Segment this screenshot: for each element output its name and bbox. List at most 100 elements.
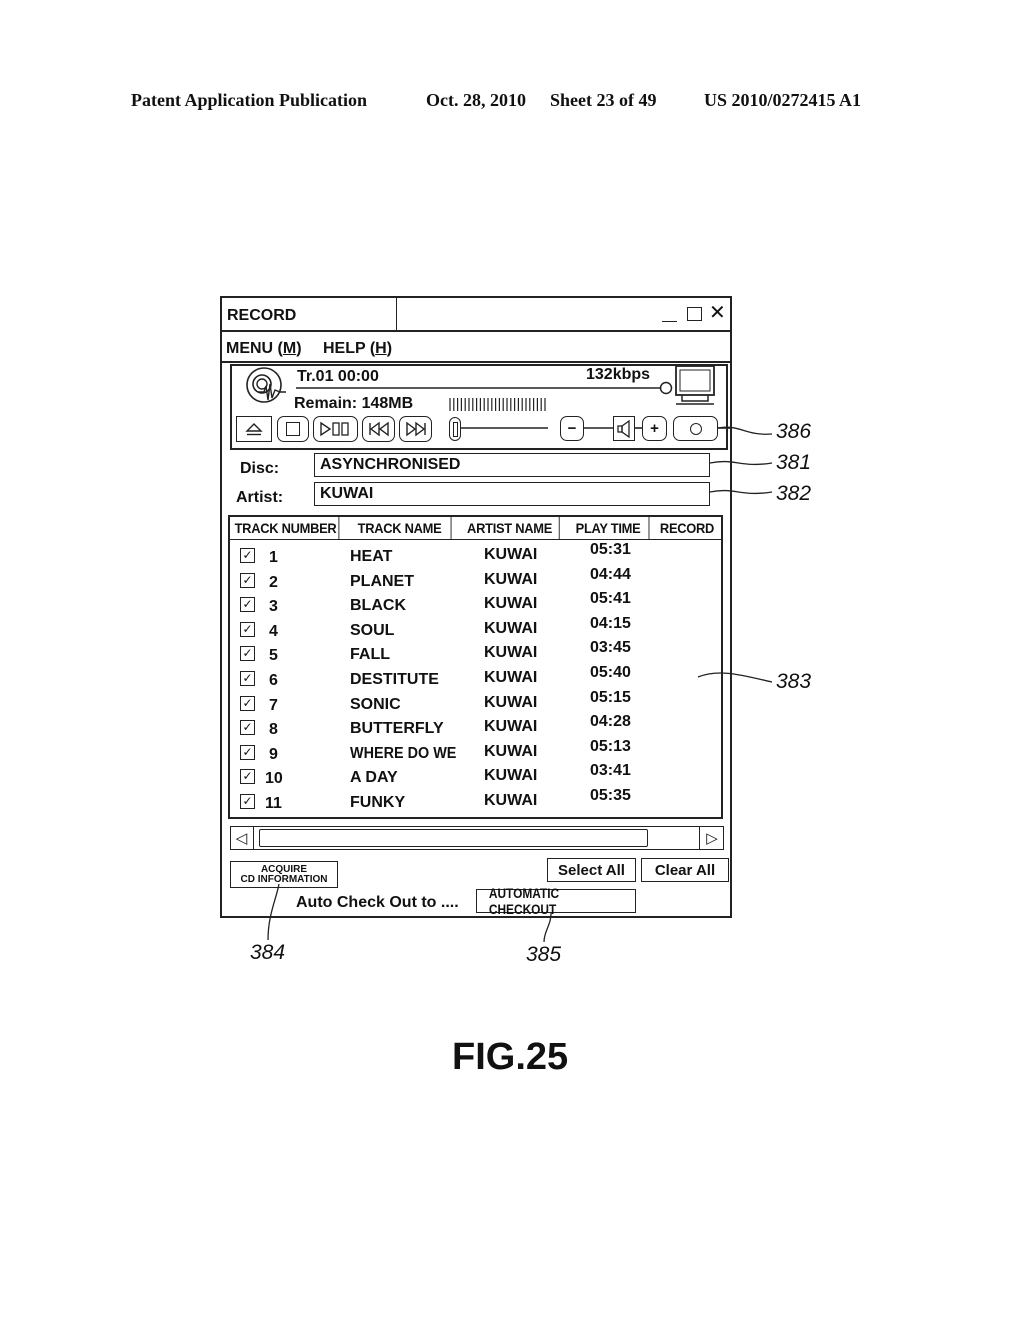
track-number: 5 — [269, 647, 278, 665]
volume-down-button[interactable]: − — [560, 416, 584, 441]
track-play-time: 05:15 — [590, 688, 631, 706]
acquire-cd-information-button[interactable]: ACQUIRE CD INFORMATION — [230, 861, 338, 888]
track-number: 1 — [269, 549, 278, 566]
track-checkbox[interactable]: ✓ — [240, 744, 255, 760]
track-play-time: 03:45 — [590, 639, 631, 657]
track-row[interactable]: ✓ 8 BUTTERFLY KUWAI 04:28 — [230, 713, 720, 741]
previous-icon — [368, 421, 389, 437]
callout-381: 381 — [776, 451, 812, 474]
track-number: 7 — [269, 696, 278, 714]
artist-field[interactable]: KUWAI — [314, 482, 710, 506]
column-play-time[interactable]: PLAY TIME — [568, 515, 650, 540]
track-name: SOUL — [350, 621, 395, 639]
track-checkbox[interactable]: ✓ — [240, 720, 255, 736]
auto-checkout-label: Auto Check Out to .... — [296, 894, 459, 911]
track-play-time: 05:41 — [590, 590, 631, 608]
track-row[interactable]: ✓ 10 A DAY KUWAI 03:41 — [230, 762, 720, 790]
eject-button[interactable] — [236, 416, 272, 442]
callout-leader-382 — [709, 489, 773, 495]
track-checkbox[interactable]: ✓ — [240, 695, 255, 711]
track-artist: KUWAI — [484, 669, 538, 686]
record-button[interactable] — [673, 416, 718, 441]
track-name: PLANET — [350, 572, 414, 590]
remaining-space: Remain: 148MB — [294, 395, 414, 412]
track-artist: KUWAI — [484, 718, 538, 736]
callout-386: 386 — [776, 420, 812, 443]
column-track-name[interactable]: TRACK NAME — [348, 515, 452, 540]
track-checkbox[interactable]: ✓ — [240, 794, 255, 809]
track-artist: KUWAI — [484, 693, 538, 711]
track-row[interactable]: ✓ 11 FUNKY KUWAI 05:35 — [230, 787, 720, 815]
callout-383: 383 — [776, 670, 812, 693]
track-name: HEAT — [350, 548, 393, 565]
track-name: BUTTERFLY — [350, 720, 444, 738]
track-row[interactable]: ✓ 7 SONIC KUWAI 05:15 — [230, 689, 720, 717]
scroll-left-button[interactable]: ◁ — [230, 826, 254, 850]
column-record[interactable]: RECORD — [656, 515, 719, 540]
track-checkbox[interactable]: ✓ — [240, 671, 255, 686]
track-row[interactable]: ✓ 2 PLANET KUWAI 04:44 — [230, 566, 720, 594]
next-icon — [405, 421, 426, 437]
track-name: BLACK — [350, 597, 406, 615]
track-checkbox[interactable]: ✓ — [240, 621, 255, 637]
track-checkbox[interactable]: ✓ — [240, 572, 255, 588]
clear-all-button[interactable]: Clear All — [641, 858, 729, 882]
track-checkbox[interactable]: ✓ — [240, 646, 255, 662]
track-play-time: 05:40 — [590, 664, 631, 681]
figure-label: FIG.25 — [452, 1036, 569, 1078]
track-progress-knob — [659, 381, 673, 395]
play-pause-button[interactable] — [313, 416, 358, 442]
scroll-thumb[interactable] — [259, 829, 648, 847]
select-all-button[interactable]: Select All — [547, 858, 636, 882]
callout-385: 385 — [526, 943, 562, 966]
callout-382: 382 — [776, 482, 812, 505]
track-artist: KUWAI — [484, 767, 538, 785]
disc-field[interactable]: ASYNCHRONISED — [314, 453, 710, 477]
track-play-time: 05:31 — [590, 541, 631, 558]
column-track-number[interactable]: TRACK NUMBER — [233, 515, 340, 540]
track-number: 6 — [269, 672, 278, 689]
stop-button[interactable] — [277, 416, 309, 442]
track-row[interactable]: ✓ 5 FALL KUWAI 03:45 — [230, 639, 720, 667]
scroll-right-button[interactable]: ▷ — [699, 826, 724, 850]
callout-384: 384 — [250, 941, 286, 964]
track-play-time: 03:41 — [590, 762, 631, 780]
speaker-icon — [617, 419, 630, 438]
automatic-checkout-button[interactable]: AUTOMATIC CHECKOUT — [476, 885, 636, 917]
track-name: SONIC — [350, 695, 401, 713]
track-checkbox[interactable]: ✓ — [240, 769, 255, 785]
track-play-time: 04:44 — [590, 565, 631, 583]
track-name: DESTITUTE — [350, 671, 439, 688]
track-artist: KUWAI — [484, 792, 538, 809]
eject-icon — [245, 423, 263, 436]
mute-button[interactable] — [613, 416, 635, 441]
track-row[interactable]: ✓ 6 DESTITUTE KUWAI 05:40 — [230, 664, 720, 692]
track-number: 9 — [269, 745, 278, 763]
track-name: FUNKY — [350, 794, 406, 811]
track-row[interactable]: ✓ 3 BLACK KUWAI 05:41 — [230, 590, 720, 618]
track-number: 4 — [269, 622, 278, 640]
header-divider — [228, 539, 723, 540]
track-play-time: 04:15 — [590, 614, 631, 632]
track-name: WHERE DO WE — [350, 744, 457, 762]
track-time: Tr.01 00:00 — [297, 368, 379, 385]
track-name: A DAY — [350, 769, 398, 787]
track-checkbox[interactable]: ✓ — [240, 548, 255, 563]
previous-track-button[interactable] — [362, 416, 395, 442]
position-slider-handle[interactable] — [449, 417, 461, 441]
column-artist-name[interactable]: ARTIST NAME — [460, 515, 560, 540]
callout-leader-384 — [267, 883, 280, 941]
callout-leader-381 — [709, 460, 773, 466]
volume-up-button[interactable]: + — [642, 416, 667, 441]
bitrate: 132kbps — [586, 366, 651, 383]
next-track-button[interactable] — [399, 416, 432, 442]
track-row[interactable]: ✓ 1 HEAT KUWAI 05:31 — [230, 541, 720, 569]
artist-label: Artist: — [236, 489, 284, 506]
track-play-time: 05:13 — [590, 737, 631, 755]
track-artist: KUWAI — [484, 570, 538, 588]
track-artist: KUWAI — [484, 595, 538, 613]
track-play-time: 05:35 — [590, 787, 631, 804]
track-row[interactable]: ✓ 4 SOUL KUWAI 04:15 — [230, 615, 720, 643]
track-row[interactable]: ✓ 9 WHERE DO WE KUWAI 05:13 — [230, 738, 720, 766]
track-checkbox[interactable]: ✓ — [240, 597, 255, 613]
